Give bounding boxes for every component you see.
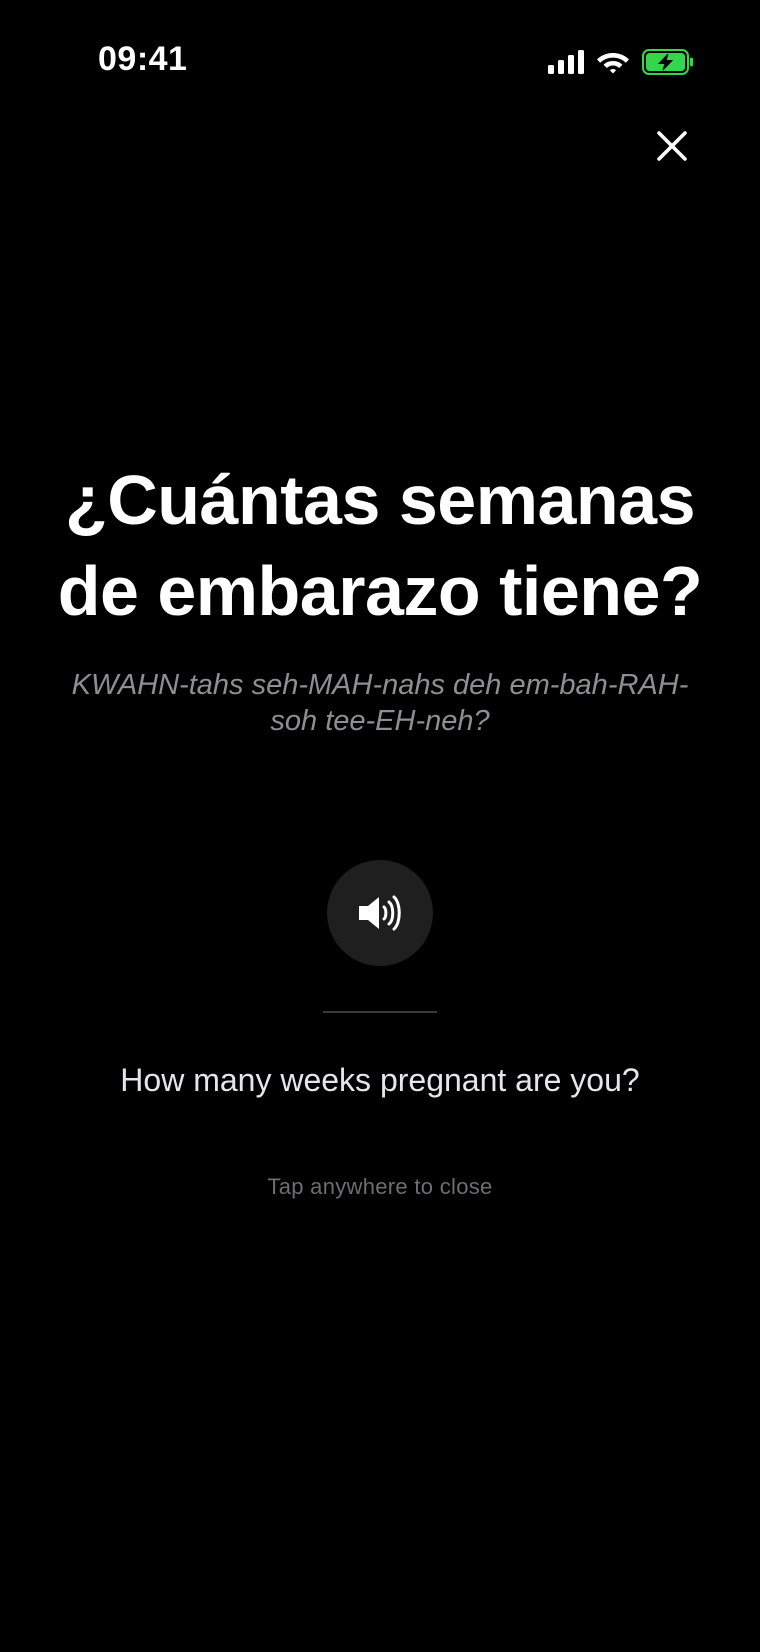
speaker-volume-icon (359, 895, 401, 931)
status-bar: 09:41 (0, 0, 760, 110)
close-icon (657, 131, 687, 161)
cellular-signal-icon (548, 50, 584, 74)
divider (323, 1011, 437, 1013)
phrase-fullscreen-view[interactable]: 09:41 ¿Cuántas semanas de embarazo tiene… (0, 0, 760, 1652)
pronunciation-text: KWAHN-tahs seh-MAH-nahs deh em-bah-RAH-s… (71, 669, 689, 737)
tap-to-close-hint: Tap anywhere to close (267, 1174, 493, 1199)
english-translation: How many weeks pregnant are you? (120, 1062, 640, 1098)
phrase-card: ¿Cuántas semanas de embarazo tiene? KWAH… (0, 455, 760, 1199)
close-button[interactable] (648, 122, 696, 170)
status-icons (548, 46, 694, 78)
status-time: 09:41 (98, 40, 188, 78)
play-audio-button[interactable] (327, 860, 433, 966)
wifi-icon (597, 53, 629, 74)
spanish-phrase: ¿Cuántas semanas de embarazo tiene? (57, 461, 703, 630)
battery-charging-icon (642, 49, 693, 75)
